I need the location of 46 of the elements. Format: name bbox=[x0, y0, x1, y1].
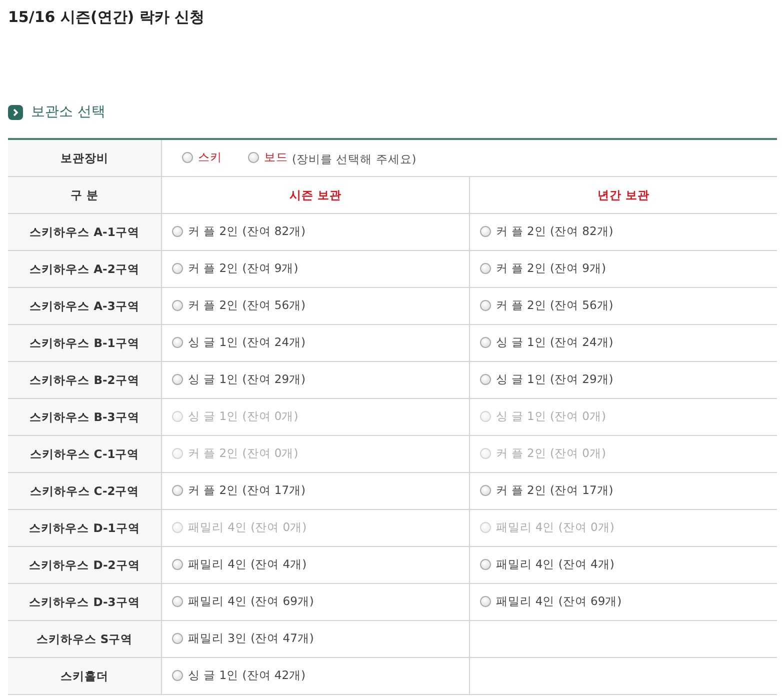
locker-radio: 패밀리 4인 (잔여 0개) bbox=[480, 520, 614, 535]
chevron-icon bbox=[8, 104, 23, 120]
row-header: 스키하우스 D-3구역 bbox=[8, 584, 162, 620]
section-title: 보관소 선택 bbox=[31, 103, 106, 121]
locker-radio: 커 플 2인 (잔여 0개) bbox=[172, 446, 298, 461]
locker-radio[interactable]: 커 플 2인 (잔여 82개) bbox=[480, 224, 614, 239]
equipment-radio[interactable]: 스키 bbox=[172, 150, 222, 164]
row-header: 스키하우스 A-1구역 bbox=[8, 214, 162, 250]
locker-radio[interactable]: 패밀리 4인 (잔여 4개) bbox=[172, 557, 307, 572]
row-header: 스키홀더 bbox=[8, 658, 162, 694]
column-header: 구 분 bbox=[8, 176, 162, 214]
locker-radio[interactable]: 패밀리 4인 (잔여 4개) bbox=[480, 557, 614, 572]
equipment-radio[interactable]: 보드 bbox=[238, 150, 288, 164]
row-header: 스키하우스 B-3구역 bbox=[8, 398, 162, 436]
row-header: 스키하우스 C-2구역 bbox=[8, 472, 162, 510]
locker-radio[interactable]: 패밀리 4인 (잔여 69개) bbox=[172, 594, 314, 609]
row-header: 스키하우스 A-3구역 bbox=[8, 288, 162, 324]
row-header: 스키하우스 D-2구역 bbox=[8, 546, 162, 584]
row-header: 스키하우스 S구역 bbox=[8, 620, 162, 658]
locker-radio[interactable]: 커 플 2인 (잔여 17개) bbox=[172, 483, 306, 498]
locker-radio[interactable]: 커 플 2인 (잔여 9개) bbox=[172, 261, 298, 276]
locker-radio[interactable]: 커 플 2인 (잔여 9개) bbox=[480, 261, 606, 276]
locker-radio[interactable]: 싱 글 1인 (잔여 24개) bbox=[172, 335, 306, 350]
hint-text: (장비를 선택해 주세요) bbox=[292, 152, 416, 166]
locker-radio: 커 플 2인 (잔여 0개) bbox=[480, 446, 606, 461]
locker-radio[interactable]: 싱 글 1인 (잔여 29개) bbox=[172, 372, 306, 387]
row-header: 스키하우스 B-1구역 bbox=[8, 324, 162, 362]
locker-radio[interactable]: 커 플 2인 (잔여 56개) bbox=[172, 298, 306, 313]
locker-radio: 패밀리 4인 (잔여 0개) bbox=[172, 520, 307, 535]
locker-radio: 싱 글 1인 (잔여 0개) bbox=[480, 409, 606, 424]
column-header: 시즌 보관 bbox=[162, 176, 470, 214]
locker-radio: 싱 글 1인 (잔여 0개) bbox=[172, 409, 298, 424]
locker-radio[interactable]: 커 플 2인 (잔여 82개) bbox=[172, 224, 306, 239]
page-title: 15/16 시즌(연간) 락카 신청 bbox=[8, 7, 206, 28]
locker-radio[interactable]: 커 플 2인 (잔여 17개) bbox=[480, 483, 614, 498]
row-header: 스키하우스 A-2구역 bbox=[8, 250, 162, 288]
locker-radio[interactable]: 패밀리 3인 (잔여 47개) bbox=[172, 631, 314, 646]
row-header: 보관장비 bbox=[8, 139, 162, 176]
locker-radio[interactable]: 싱 글 1인 (잔여 24개) bbox=[480, 335, 614, 350]
row-header: 스키하우스 C-1구역 bbox=[8, 436, 162, 472]
row-header: 스키하우스 D-1구역 bbox=[8, 510, 162, 546]
locker-radio[interactable]: 패밀리 4인 (잔여 69개) bbox=[480, 594, 622, 609]
locker-radio[interactable]: 커 플 2인 (잔여 56개) bbox=[480, 298, 614, 313]
locker-radio[interactable]: 싱 글 1인 (잔여 42개) bbox=[172, 668, 306, 683]
row-header: 스키하우스 B-2구역 bbox=[8, 362, 162, 398]
locker-radio[interactable]: 싱 글 1인 (잔여 29개) bbox=[480, 372, 614, 387]
